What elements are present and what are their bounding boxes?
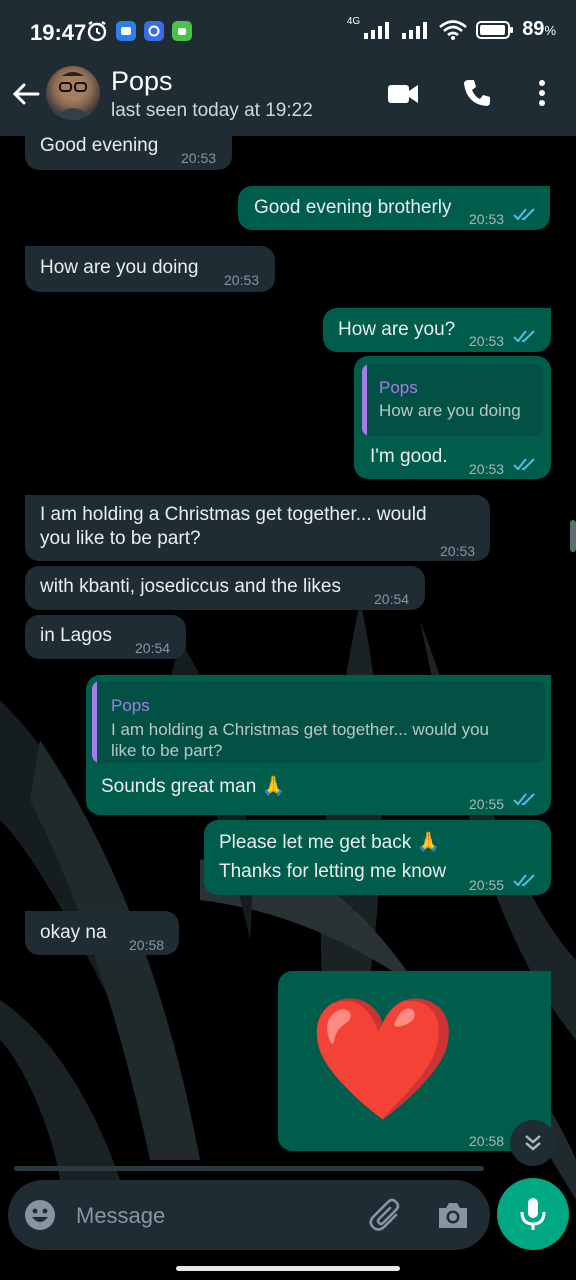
message-time: 20:55 (469, 877, 505, 893)
message-time: 20:58 (129, 937, 165, 953)
message-incoming[interactable]: How are you doing 20:53 (25, 246, 275, 292)
system-icons: 4G 89% (346, 16, 556, 41)
message-time: 20:58 (469, 1133, 505, 1149)
quote-text-line2: like to be part? (111, 741, 223, 760)
composer-divider (14, 1166, 484, 1171)
back-arrow-icon[interactable] (10, 78, 42, 110)
message-incoming[interactable]: I am holding a Christmas get together...… (25, 495, 490, 561)
message-time: 20:53 (224, 272, 260, 288)
network-type: 4G (346, 16, 361, 27)
message-text: in Lagos (40, 625, 112, 646)
battery-icon (476, 20, 514, 39)
message-time: 20:53 (469, 333, 505, 349)
double-chevron-down-icon (525, 1135, 541, 1151)
message-text: How are you doing (40, 257, 199, 278)
app-notification-icon (144, 21, 164, 41)
scroll-to-bottom-button[interactable] (510, 1120, 556, 1166)
mic-icon (520, 1198, 546, 1230)
quote-bar (92, 681, 97, 763)
message-outgoing-emoji[interactable]: ❤️ 20:58 (278, 971, 551, 1151)
alarm-icon (87, 21, 107, 42)
message-input[interactable] (74, 1196, 358, 1236)
emoji-icon[interactable] (24, 1199, 56, 1231)
message-composer (8, 1180, 490, 1250)
camera-icon[interactable] (436, 1200, 470, 1230)
message-time: 20:53 (469, 211, 505, 227)
read-receipt-icon (513, 793, 535, 806)
wifi-icon (439, 19, 468, 40)
message-text-line2: Thanks for letting me know (219, 861, 447, 882)
quoted-message[interactable]: Pops How are you doing (362, 364, 543, 436)
read-receipt-icon (513, 330, 535, 343)
read-receipt-icon (513, 208, 535, 221)
message-text: Good evening (40, 135, 159, 156)
message-time: 20:55 (469, 796, 505, 812)
status-bar: 19:47 4G 89% (0, 0, 576, 64)
message-text: How are you? (338, 319, 456, 340)
battery-level: 89 (522, 18, 545, 40)
status-time: 19:47 (30, 20, 87, 45)
message-outgoing[interactable]: How are you? 20:53 (323, 308, 551, 352)
message-text: I'm good. (370, 446, 448, 467)
message-time: 20:53 (440, 543, 476, 559)
battery-unit: % (544, 23, 556, 38)
message-outgoing[interactable]: Good evening brotherly 20:53 (238, 186, 550, 230)
message-time: 20:53 (181, 150, 217, 166)
read-receipt-icon (513, 458, 535, 471)
chat-header: Pops last seen today at 19:22 (0, 64, 576, 136)
quoted-message[interactable]: Pops I am holding a Christmas get togeth… (92, 681, 545, 763)
message-text-line1: Please let me get back 🙏 (219, 832, 441, 853)
scrollbar-thumb[interactable] (570, 520, 576, 552)
heart-emoji: ❤️ (308, 992, 458, 1126)
notification-icons (86, 20, 192, 42)
message-time: 20:53 (469, 461, 505, 477)
signal-icon (364, 21, 390, 39)
message-text: okay na (40, 922, 107, 943)
quote-text: How are you doing (379, 401, 521, 420)
contact-name[interactable]: Pops (111, 66, 173, 97)
message-outgoing[interactable]: Please let me get back 🙏 Thanks for lett… (204, 820, 551, 895)
last-seen-status: last seen today at 19:22 (111, 100, 313, 121)
video-call-icon[interactable] (386, 80, 420, 108)
quote-bar (362, 364, 367, 436)
more-vert-icon[interactable] (532, 78, 552, 108)
voice-message-button[interactable] (497, 1178, 569, 1250)
quote-author: Pops (111, 696, 150, 715)
message-outgoing-reply[interactable]: Pops How are you doing I'm good. 20:53 (354, 356, 551, 479)
message-incoming[interactable]: in Lagos 20:54 (25, 615, 186, 659)
signal-icon-sim2 (402, 21, 428, 39)
android-app-icon (172, 21, 192, 41)
home-indicator[interactable] (176, 1266, 400, 1271)
messages-app-icon (116, 21, 136, 41)
read-receipt-icon (513, 874, 535, 887)
message-text-line1: I am holding a Christmas get together...… (40, 504, 427, 525)
message-outgoing-reply[interactable]: Pops I am holding a Christmas get togeth… (86, 675, 551, 815)
message-text: Good evening brotherly (254, 197, 452, 218)
quote-author: Pops (379, 378, 418, 397)
attach-icon[interactable] (368, 1198, 404, 1232)
message-time: 20:54 (374, 591, 410, 607)
contact-avatar[interactable] (46, 66, 100, 120)
quote-text-line1: I am holding a Christmas get together...… (111, 720, 489, 739)
message-incoming[interactable]: okay na 20:58 (25, 911, 179, 955)
message-text: with kbanti, josediccus and the likes (40, 576, 341, 597)
message-text-line2: you like to be part? (40, 528, 201, 549)
message-incoming[interactable]: with kbanti, josediccus and the likes 20… (25, 566, 425, 610)
message-text: Sounds great man 🙏 (101, 776, 286, 797)
phone-icon[interactable] (462, 78, 492, 108)
message-time: 20:54 (135, 640, 171, 656)
